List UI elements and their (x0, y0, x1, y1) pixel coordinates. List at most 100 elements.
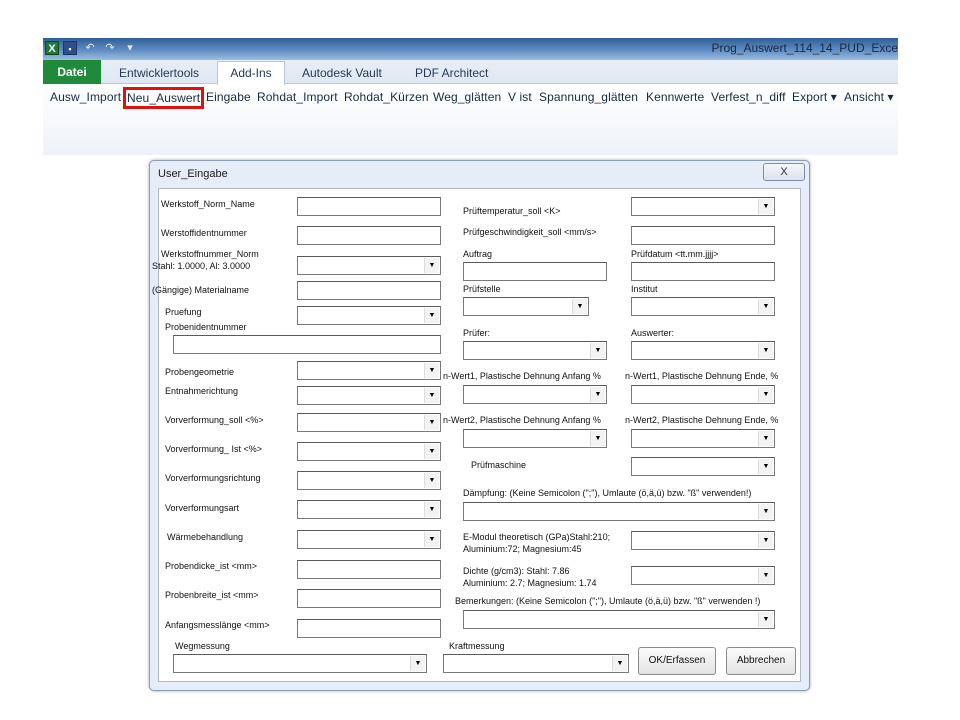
n-wert2-anfang-label: n-Wert2, Plastische Dehnung Anfang % (443, 415, 601, 425)
wegmessung-label: Wegmessung (175, 641, 230, 651)
dialog-title: User_Eingabe (158, 168, 228, 180)
materialname-label: (Gängige) Materialname (152, 285, 250, 295)
undo-icon[interactable]: ↶ (83, 41, 97, 55)
verfest-n-diff-button[interactable]: Verfest_n_diff (711, 90, 786, 104)
probendicke-field[interactable] (297, 560, 441, 579)
pruefgeschwindigkeit-field[interactable] (631, 226, 775, 245)
chevron-down-icon[interactable]: ▼ (758, 459, 773, 474)
neu-auswert-button[interactable]: Neu_Auswert (123, 87, 205, 109)
chevron-down-icon[interactable]: ▼ (424, 444, 439, 459)
pruefung-label: Pruefung (165, 307, 202, 317)
export-menu[interactable]: Export ▾ (792, 90, 837, 104)
tab-pdf-architect[interactable]: PDF Architect (415, 62, 488, 84)
chevron-down-icon[interactable]: ▼ (424, 363, 439, 378)
dialog-close-button[interactable]: X (763, 163, 805, 181)
waermebehandlung-dropdown[interactable]: ▼ (297, 530, 441, 549)
chevron-down-icon[interactable]: ▼ (590, 387, 605, 402)
excel-logo-icon: X (45, 41, 59, 55)
kennwerte-button[interactable]: Kennwerte (646, 90, 704, 104)
customize-quick-access-icon[interactable]: ▾ (123, 41, 137, 55)
chevron-down-icon[interactable]: ▼ (424, 415, 439, 430)
werkstoffnummer-norm-dropdown[interactable]: ▼ (297, 256, 441, 275)
anfangsmesslaenge-field[interactable] (297, 619, 441, 638)
chevron-down-icon[interactable]: ▼ (758, 343, 773, 358)
chevron-down-icon[interactable]: ▼ (424, 502, 439, 517)
chevron-down-icon[interactable]: ▼ (758, 431, 773, 446)
ausw-import-button[interactable]: Ausw_Import (50, 90, 121, 104)
chevron-down-icon[interactable]: ▼ (424, 532, 439, 547)
bemerkungen-dropdown[interactable]: ▼ (463, 610, 775, 629)
probenidentnummer-field[interactable] (173, 335, 441, 354)
chevron-down-icon[interactable]: ▼ (590, 343, 605, 358)
chevron-down-icon[interactable]: ▼ (758, 387, 773, 402)
chevron-down-icon[interactable]: ▼ (758, 533, 773, 548)
auswerter-dropdown[interactable]: ▼ (631, 341, 775, 360)
n-wert1-anfang-dropdown[interactable]: ▼ (463, 385, 607, 404)
vorverformungsart-dropdown[interactable]: ▼ (297, 500, 441, 519)
emodul-label: E-Modul theoretisch (GPa)Stahl:210; (463, 532, 611, 542)
ansicht-menu[interactable]: Ansicht ▾ (844, 90, 894, 104)
chevron-down-icon[interactable]: ▼ (590, 431, 605, 446)
auftrag-label: Auftrag (463, 249, 493, 259)
wegmessung-dropdown[interactable]: ▼ (173, 654, 427, 673)
vorverformungsrichtung-dropdown[interactable]: ▼ (297, 471, 441, 490)
rohdat-kuerzen-button[interactable]: Rohdat_Kürzen (344, 90, 429, 104)
rohdat-import-button[interactable]: Rohdat_Import (257, 90, 338, 104)
institut-label: Institut (631, 284, 658, 294)
anfangsmesslaenge-label: Anfangsmesslänge <mm> (165, 620, 270, 630)
n-wert2-ende-label: n-Wert2, Plastische Dehnung Ende, % (625, 415, 779, 425)
entnahmerichtung-dropdown[interactable]: ▼ (297, 386, 441, 405)
spannung-glaetten-button[interactable]: Spannung_glätten (539, 90, 638, 104)
materialname-field[interactable] (297, 281, 441, 300)
pruefmaschine-dropdown[interactable]: ▼ (631, 457, 775, 476)
chevron-down-icon[interactable]: ▼ (424, 258, 439, 273)
prueftemperatur-dropdown[interactable]: ▼ (631, 197, 775, 216)
eingabe-button[interactable]: Eingabe (206, 90, 251, 104)
n-wert2-ende-dropdown[interactable]: ▼ (631, 429, 775, 448)
vorverformung-soll-dropdown[interactable]: ▼ (297, 413, 441, 432)
auftrag-field[interactable] (463, 262, 607, 281)
probengeometrie-dropdown[interactable]: ▼ (297, 361, 441, 380)
dichte-label: Dichte (g/cm3): Stahl: 7.86 (463, 566, 570, 576)
v-ist-button[interactable]: V ist (508, 90, 532, 104)
chevron-down-icon[interactable]: ▼ (410, 656, 425, 671)
kraftmessung-dropdown[interactable]: ▼ (443, 654, 629, 673)
dichte-dropdown[interactable]: ▼ (631, 566, 775, 585)
chevron-down-icon[interactable]: ▼ (758, 199, 773, 214)
chevron-down-icon[interactable]: ▼ (424, 473, 439, 488)
werkstoff-norm-name-field[interactable] (297, 197, 441, 216)
pruefstelle-dropdown[interactable]: ▼ (463, 297, 589, 316)
n-wert2-anfang-dropdown[interactable]: ▼ (463, 429, 607, 448)
chevron-down-icon[interactable]: ▼ (758, 568, 773, 583)
chevron-down-icon[interactable]: ▼ (424, 388, 439, 403)
chevron-down-icon[interactable]: ▼ (758, 612, 773, 627)
emodul-dropdown[interactable]: ▼ (631, 531, 775, 550)
close-icon: X (780, 166, 788, 178)
daempfung-dropdown[interactable]: ▼ (463, 502, 775, 521)
tab-addins[interactable]: Add-Ins (217, 61, 285, 85)
daempfung-label: Dämpfung: (Keine Semicolon (";"), Umlaut… (463, 488, 752, 498)
tab-developer[interactable]: Entwicklertools (119, 62, 199, 84)
chevron-down-icon[interactable]: ▼ (758, 504, 773, 519)
chevron-down-icon[interactable]: ▼ (424, 308, 439, 323)
vorverformung-ist-dropdown[interactable]: ▼ (297, 442, 441, 461)
werstoffidentnummer-field[interactable] (297, 226, 441, 245)
n-wert1-ende-dropdown[interactable]: ▼ (631, 385, 775, 404)
chevron-down-icon[interactable]: ▼ (572, 299, 587, 314)
pruefung-dropdown[interactable]: ▼ (297, 306, 441, 325)
redo-icon[interactable]: ↷ (103, 41, 117, 55)
abbrechen-button[interactable]: Abbrechen (726, 647, 796, 675)
weg-glaetten-button[interactable]: Weg_glätten (433, 90, 501, 104)
pruefdatum-field[interactable] (631, 262, 775, 281)
chevron-down-icon[interactable]: ▼ (758, 299, 773, 314)
tab-autodesk-vault[interactable]: Autodesk Vault (302, 62, 382, 84)
pruefer-dropdown[interactable]: ▼ (463, 341, 607, 360)
probenbreite-field[interactable] (297, 589, 441, 608)
probengeometrie-label: Probengeometrie (165, 367, 235, 377)
institut-dropdown[interactable]: ▼ (631, 297, 775, 316)
tab-file[interactable]: Datei (43, 60, 101, 84)
ok-erfassen-button[interactable]: OK/Erfassen (638, 647, 716, 675)
chevron-down-icon[interactable]: ▼ (612, 656, 627, 671)
save-icon[interactable]: ▪ (63, 41, 77, 55)
werkstoff-norm-name-label: Werkstoff_Norm_Name (161, 199, 255, 209)
